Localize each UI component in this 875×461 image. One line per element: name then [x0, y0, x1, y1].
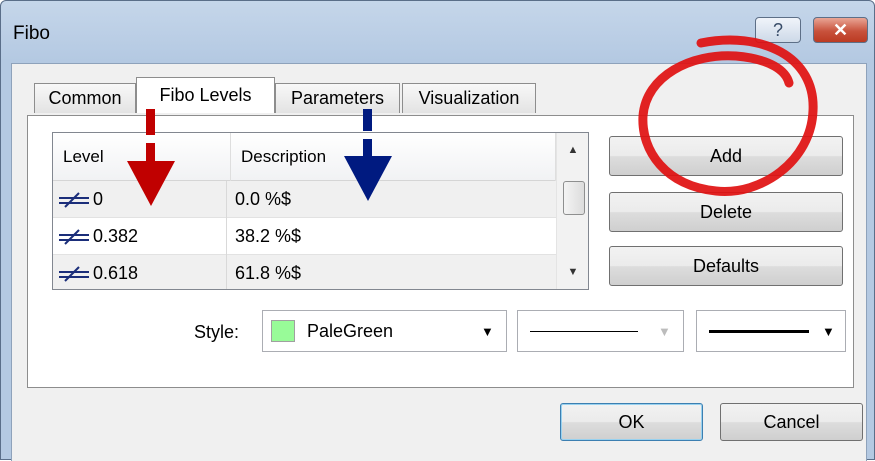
close-icon: ✕: [832, 19, 849, 40]
defaults-button[interactable]: Defaults: [609, 246, 843, 286]
level-value: 0: [93, 189, 104, 209]
vertical-scrollbar[interactable]: ▲ ▼: [556, 133, 588, 289]
description-cell: 38.2 %$: [235, 226, 302, 246]
chevron-down-icon: ▼: [658, 324, 671, 339]
dialog-client-area: Common Fibo Levels Parameters Visualizat…: [11, 63, 867, 461]
line-width-sample: [709, 330, 809, 333]
level-cell: 0.382: [57, 218, 227, 255]
line-style-sample: [530, 331, 638, 332]
window-title: Fibo: [13, 23, 50, 44]
level-value: 0.618: [93, 263, 139, 283]
strikethrough-level-icon: [57, 265, 91, 282]
description-cell: 61.8 %$: [235, 263, 302, 283]
list-header: Level Description: [53, 133, 556, 181]
color-value: PaleGreen: [307, 321, 394, 341]
table-row[interactable]: 0.618 61.8 %$: [53, 255, 556, 289]
level-cell: 0: [57, 181, 227, 218]
scroll-down-arrow-icon[interactable]: ▼: [557, 259, 588, 285]
cancel-button[interactable]: Cancel: [720, 403, 863, 441]
help-icon: ?: [772, 19, 783, 40]
close-button[interactable]: ✕: [813, 17, 868, 43]
help-button[interactable]: ?: [755, 17, 801, 43]
scroll-up-arrow-icon[interactable]: ▲: [557, 137, 588, 163]
description-cell: 0.0 %$: [235, 189, 292, 209]
color-select[interactable]: PaleGreen ▼: [262, 310, 507, 352]
strikethrough-level-icon: [57, 228, 91, 245]
column-header-description[interactable]: Description: [231, 133, 556, 181]
table-row[interactable]: 0.382 38.2 %$: [53, 218, 556, 255]
chevron-down-icon: ▼: [822, 324, 835, 339]
add-button[interactable]: Add: [609, 136, 843, 176]
tab-label: Visualization: [418, 88, 520, 108]
levels-list[interactable]: Level Description 0 0.0 %$ 0.382 38.2 %$…: [52, 132, 589, 290]
table-row[interactable]: 0 0.0 %$: [53, 181, 556, 218]
level-cell: 0.618: [57, 255, 227, 289]
level-value: 0.382: [93, 226, 139, 246]
tab-label: Parameters: [290, 88, 385, 108]
style-label: Style:: [194, 322, 240, 342]
dialog-window: Fibo ? ✕ Common Fibo Levels Parameters V…: [0, 0, 875, 461]
ok-button[interactable]: OK: [560, 403, 703, 441]
delete-button[interactable]: Delete: [609, 192, 843, 232]
line-width-select[interactable]: ▼: [696, 310, 846, 352]
tab-label: Common: [48, 88, 122, 108]
tab-visualization[interactable]: Visualization: [402, 83, 536, 113]
tab-fibo-levels[interactable]: Fibo Levels: [136, 77, 275, 113]
chevron-down-icon: ▼: [481, 324, 494, 339]
scroll-thumb[interactable]: [563, 181, 585, 215]
tab-label: Fibo Levels: [159, 85, 252, 105]
tab-common[interactable]: Common: [34, 83, 136, 113]
strikethrough-level-icon: [57, 191, 91, 208]
line-style-select[interactable]: ▼: [517, 310, 684, 352]
color-swatch: [271, 320, 295, 342]
tab-parameters[interactable]: Parameters: [275, 83, 400, 113]
column-header-level[interactable]: Level: [53, 133, 231, 181]
